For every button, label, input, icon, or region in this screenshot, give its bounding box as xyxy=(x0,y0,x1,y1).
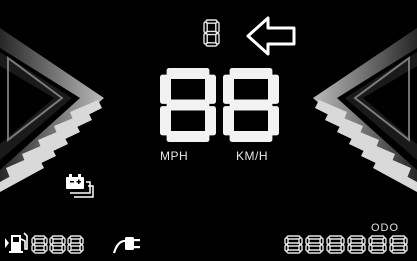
digit-segment xyxy=(166,131,210,142)
gear-indicator-digit xyxy=(203,19,220,47)
cluster-graphics xyxy=(0,16,417,254)
odoDigits-digit-5 xyxy=(368,235,387,254)
speed-unit-kmh: KM/H xyxy=(236,149,268,163)
speed-unit-mph: MPH xyxy=(160,149,189,163)
digit-segment xyxy=(307,249,322,254)
left-chevron-gauge xyxy=(0,28,104,192)
digit-segment xyxy=(229,131,273,142)
digit-segment xyxy=(286,242,301,247)
digit-segment xyxy=(328,249,343,254)
odometer-label: ODO xyxy=(371,222,400,234)
instrument-cluster: MPH KM/H ODO xyxy=(0,0,417,261)
digit-segment xyxy=(370,242,385,247)
digit-segment xyxy=(391,249,406,254)
digit-segment xyxy=(286,235,301,240)
digit-segment xyxy=(349,249,364,254)
digit-segment xyxy=(370,249,385,254)
speedDigit2-digit-1 xyxy=(223,68,279,142)
fuelDigits-digit-2 xyxy=(49,235,66,254)
digit-segment xyxy=(307,235,322,240)
fuelDigits-digit-1 xyxy=(31,235,48,254)
gearDigit-digit-1 xyxy=(203,19,220,47)
digit-segment xyxy=(33,242,46,247)
right-chevron-gauge xyxy=(313,28,417,192)
fuelDigits-digit-3 xyxy=(67,235,84,254)
digit-segment xyxy=(229,99,273,111)
digit-segment xyxy=(328,235,343,240)
charging-plug-icon xyxy=(112,237,140,254)
digit-segment xyxy=(328,242,343,247)
digit-segment xyxy=(307,242,322,247)
odoDigits-digit-4 xyxy=(347,235,366,254)
odometer-digits xyxy=(284,235,408,254)
digit-segment xyxy=(391,242,406,247)
speed-display xyxy=(160,68,279,142)
digit-segment xyxy=(205,30,218,36)
fuel-pump-icon xyxy=(5,232,28,253)
odoDigits-digit-2 xyxy=(305,235,324,254)
digit-segment xyxy=(349,235,364,240)
odoDigits-digit-1 xyxy=(284,235,303,254)
fuel-digits xyxy=(31,235,84,254)
digit-segment xyxy=(229,68,273,79)
digit-segment xyxy=(166,68,210,79)
odoDigits-digit-3 xyxy=(326,235,345,254)
odoDigits-digit-6 xyxy=(389,235,408,254)
digit-segment xyxy=(69,242,82,247)
digit-segment xyxy=(370,235,385,240)
digit-segment xyxy=(349,242,364,247)
digit-segment xyxy=(286,249,301,254)
digit-segment xyxy=(51,242,64,247)
digit-segment xyxy=(391,235,406,240)
speedDigit1-digit-1 xyxy=(160,68,216,142)
battery-icon xyxy=(66,174,94,198)
digit-segment xyxy=(166,99,210,111)
left-arrow-icon xyxy=(246,16,296,56)
